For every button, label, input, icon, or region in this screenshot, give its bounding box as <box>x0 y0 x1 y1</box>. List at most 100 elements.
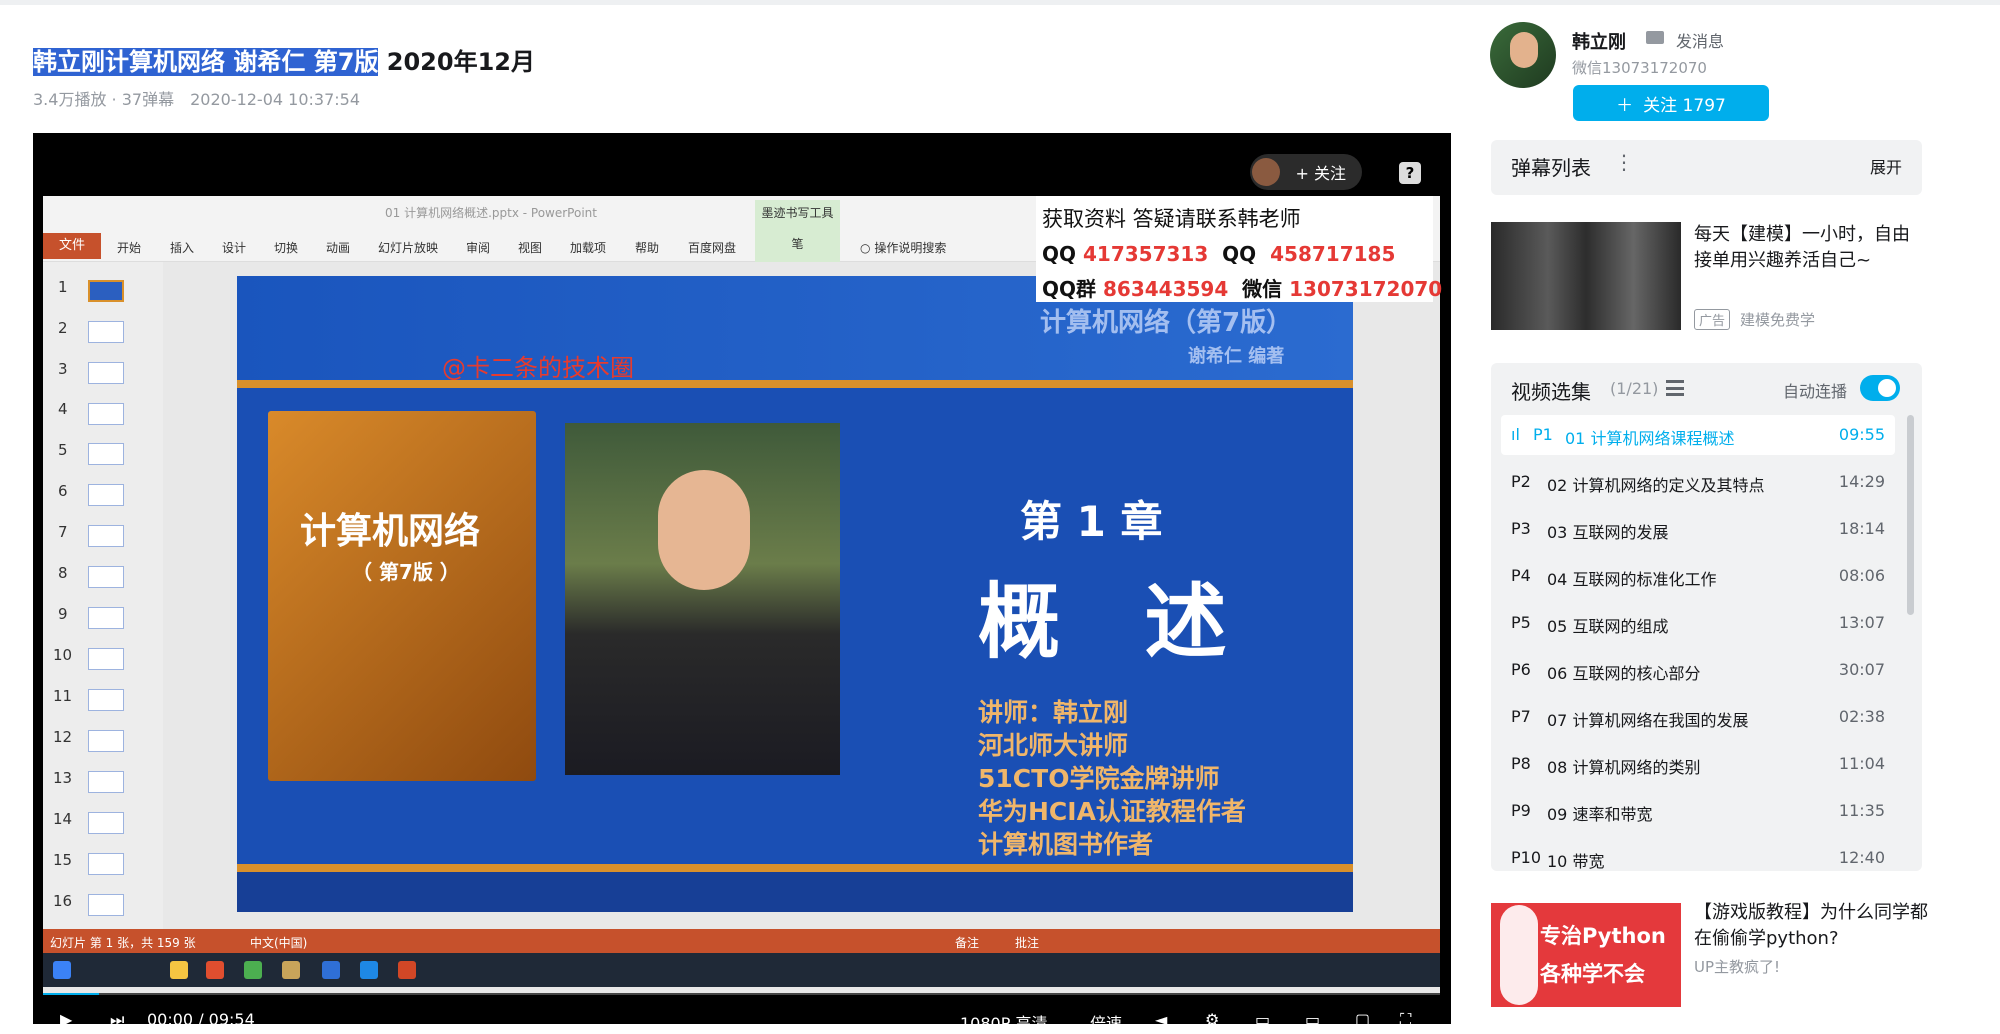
thumb-number: 11 <box>53 687 73 705</box>
playlist-count: (1/21) <box>1610 379 1659 398</box>
thumb-number: 7 <box>58 523 68 541</box>
playlist-scrollbar[interactable] <box>1907 415 1914 615</box>
progress-fill <box>43 993 99 995</box>
player-avatar <box>1252 158 1280 186</box>
lecturer-line: 讲师：韩立刚 <box>978 698 1129 727</box>
thumb-number: 14 <box>53 810 73 828</box>
slide-thumbnail <box>88 607 124 629</box>
volume-icon[interactable]: ◄ <box>1155 1010 1167 1029</box>
app-icon <box>322 961 340 979</box>
slide-thumbnail <box>88 403 124 425</box>
playlist-item[interactable]: P6 06 互联网的核心部分 30:07 <box>1501 650 1895 690</box>
next-icon[interactable]: ⏭ <box>110 1010 124 1030</box>
slide-thumbnail <box>88 894 124 916</box>
ppt-window-title: 01 计算机网络概述.pptx - PowerPoint <box>385 206 597 220</box>
video-meta: 3.4万播放 · 37弹幕 2020-12-04 10:37:54 <box>33 86 376 110</box>
more-icon[interactable]: ⋮ <box>1614 150 1634 174</box>
lecturer-line: 河北师大讲师 <box>978 731 1129 760</box>
ppt-tab: 动画 <box>326 241 351 255</box>
danmaku-title: 弹幕列表 <box>1511 156 1591 180</box>
lecturer-line: 51CTO学院金牌讲师 <box>978 764 1220 793</box>
publish-date: 2020-12-04 10:37:54 <box>190 90 361 109</box>
slide-thumbnail <box>88 443 124 465</box>
ad-source[interactable]: 建模免费学 <box>1740 309 1815 330</box>
slide-author-header: 谢希仁 编著 <box>1188 346 1285 367</box>
chapter-number: 第 1 章 <box>1020 497 1163 546</box>
uploader-name[interactable]: 韩立刚 <box>1572 28 1626 54</box>
book-cover <box>268 411 536 781</box>
playing-icon: ıl <box>1511 425 1520 444</box>
ppt-tab: 加载项 <box>570 241 607 255</box>
thumb-number: 16 <box>53 892 73 910</box>
autoplay-label: 自动连播 <box>1783 382 1848 401</box>
slide-thumbnail <box>88 689 124 711</box>
language-status: 中文(中国) <box>250 936 308 950</box>
slide-thumbnail <box>88 730 124 752</box>
ppt-tab: 插入 <box>170 241 195 255</box>
danmaku-expand-button[interactable]: 展开 <box>1870 154 1902 178</box>
playlist-item[interactable]: P4 04 互联网的标准化工作 08:06 <box>1501 556 1895 596</box>
progress-bar[interactable] <box>43 993 1440 995</box>
thumb-number: 4 <box>58 400 68 418</box>
edge-icon <box>360 961 378 979</box>
play-icon[interactable]: ▶ <box>60 1010 72 1029</box>
slide-thumbnail <box>88 321 124 343</box>
thumb-number: 2 <box>58 319 68 337</box>
thumb-number: 12 <box>53 728 73 746</box>
thumb-number: 13 <box>53 769 73 787</box>
settings-icon[interactable]: ⚙ <box>1205 1010 1219 1029</box>
contact-group-row: QQ群 863443594 微信 13073172070 <box>1042 277 1443 301</box>
slide-thumbnail <box>88 566 124 588</box>
list-view-icon[interactable] <box>1666 380 1684 396</box>
ad2-source[interactable]: UP主教疯了! <box>1694 956 1780 977</box>
book-cover-title: 计算机网络 <box>300 511 481 552</box>
ad-title[interactable]: 每天【建模】一小时，自由接单用兴趣养活自己~ <box>1694 222 1926 274</box>
playlist-title: 视频选集 <box>1511 380 1591 404</box>
playlist-item[interactable]: P5 05 互联网的组成 13:07 <box>1501 603 1895 643</box>
app-icon <box>206 961 224 979</box>
chapter-title: 概 述 <box>978 575 1255 670</box>
slide-thumbnail <box>88 771 124 793</box>
lecturer-face <box>658 470 750 590</box>
comments-button: 批注 <box>1015 936 1040 950</box>
follow-button[interactable]: ＋关注 1797 <box>1573 85 1769 121</box>
ppt-tab: 百度网盘 <box>688 241 737 255</box>
thumb-number: 1 <box>58 278 68 296</box>
slide-stripe <box>237 864 1353 872</box>
ad-badge: 广告 <box>1694 309 1731 330</box>
playlist-item[interactable]: P10 10 带宽 12:40 <box>1501 838 1895 871</box>
notes-button: 备注 <box>955 936 980 950</box>
thumb-number: 3 <box>58 360 68 378</box>
fullscreen-icon[interactable]: ⛶ <box>1400 1010 1411 1030</box>
playlist-item[interactable]: P7 07 计算机网络在我国的发展 02:38 <box>1501 697 1895 737</box>
slide-book-header: 计算机网络（第7版） <box>1040 308 1293 338</box>
lecturer-line: 计算机图书作者 <box>978 830 1154 859</box>
widescreen-icon[interactable]: ▭ <box>1305 1010 1320 1029</box>
playlist-item[interactable]: P2 02 计算机网络的定义及其特点 14:29 <box>1501 462 1895 502</box>
speed-button[interactable]: 倍速 <box>1090 1010 1122 1034</box>
ad-thumbnail[interactable] <box>1491 222 1681 330</box>
ppt-tab: 开始 <box>117 241 142 255</box>
ppt-tab-file: 文件 <box>43 233 101 259</box>
chrome-icon <box>244 961 262 979</box>
contact-heading: 获取资料 答疑请联系韩老师 <box>1042 207 1301 231</box>
toggle-knob <box>1878 379 1896 397</box>
mail-icon[interactable] <box>1646 31 1664 44</box>
webfullscreen-icon[interactable]: ▢ <box>1355 1010 1370 1029</box>
ppt-tab: 设计 <box>222 241 247 255</box>
watermark-text: @卡二条的技术圈 <box>442 354 634 382</box>
time-display: 00:00 / 09:54 <box>147 1010 255 1029</box>
help-icon[interactable]: ? <box>1399 162 1421 184</box>
slide-thumbnail <box>88 648 124 670</box>
playlist-item[interactable]: P3 03 互联网的发展 18:14 <box>1501 509 1895 549</box>
slide-thumbnail <box>88 362 124 384</box>
send-message-link[interactable]: 发消息 <box>1676 28 1724 52</box>
pip-icon[interactable]: ▭ <box>1255 1010 1270 1029</box>
quality-button[interactable]: 1080P 高清 <box>960 1010 1047 1034</box>
playlist-item[interactable]: ıl P1 01 计算机网络课程概述 09:55 <box>1501 415 1895 455</box>
thumb-number: 10 <box>53 646 73 664</box>
playlist-item[interactable]: P8 08 计算机网络的类别 11:04 <box>1501 744 1895 784</box>
ppt-statusbar: 幻灯片 第 1 张，共 159 张 中文(中国) 备注 批注 <box>43 929 1440 953</box>
playlist-item[interactable]: P9 09 速率和带宽 11:35 <box>1501 791 1895 831</box>
ad2-title[interactable]: 【游戏版教程】为什么同学都在偷偷学python? <box>1694 900 1934 952</box>
